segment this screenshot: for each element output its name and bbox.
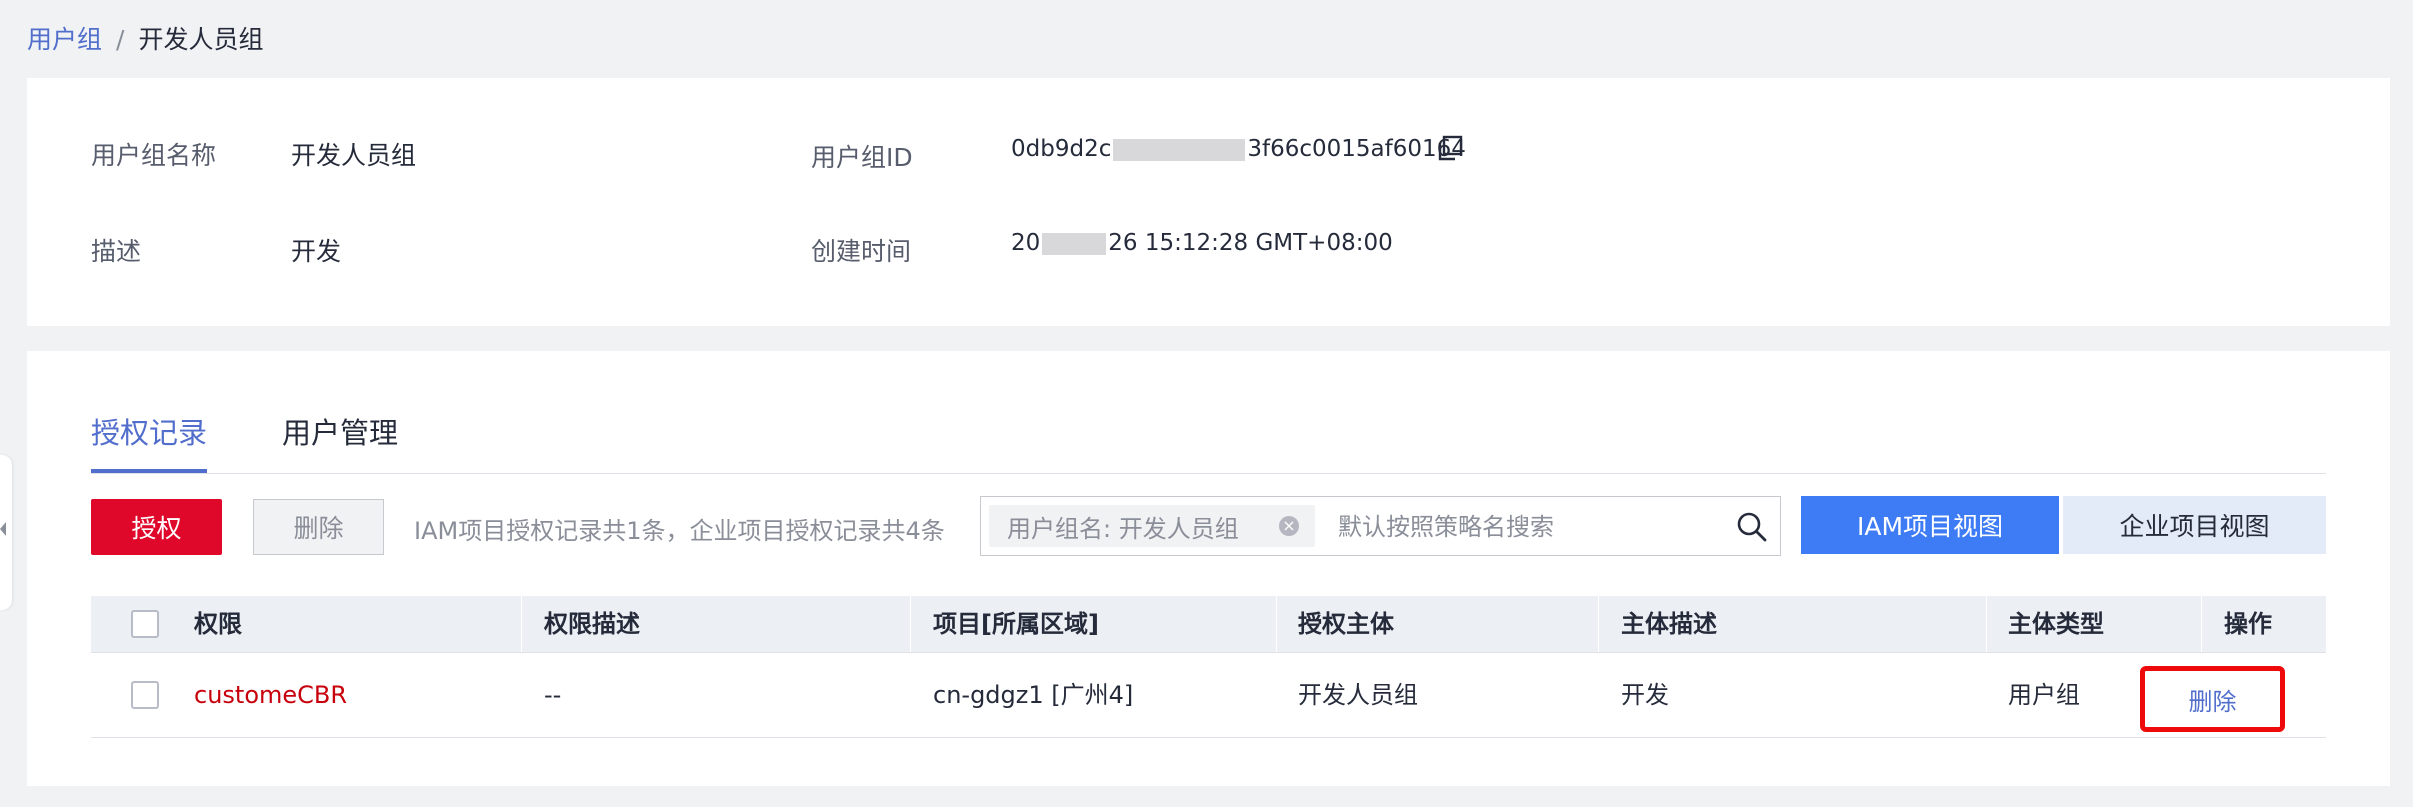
description-label: 描述	[91, 237, 142, 266]
redacted-block	[1113, 138, 1246, 161]
group-id-prefix: 0db9d2c	[1011, 136, 1112, 162]
tab-bar: 授权记录 用户管理	[91, 413, 2326, 474]
permission-description: --	[544, 681, 562, 709]
authorize-button[interactable]: 授权	[91, 499, 222, 555]
created-time-value: 20 26 15:12:28 GMT+08:00	[1011, 230, 1393, 256]
clear-filter-icon[interactable]: ×	[1279, 516, 1299, 536]
search-icon[interactable]	[1736, 511, 1768, 543]
column-divider	[521, 596, 522, 652]
project-region: cn-gdgz1 [广州4]	[933, 681, 1134, 709]
description-value: 开发	[291, 237, 342, 266]
created-time-prefix: 20	[1011, 230, 1041, 256]
principal-name: 开发人员组	[1298, 681, 1418, 709]
created-time-label: 创建时间	[811, 237, 912, 266]
sidebar-collapse-handle[interactable]	[0, 455, 12, 610]
row-delete-link[interactable]: 删除	[2189, 682, 2237, 717]
column-divider	[2201, 596, 2202, 652]
column-header-action: 操作	[2224, 610, 2272, 638]
group-name-value: 开发人员组	[291, 141, 417, 170]
column-header-permission: 权限	[194, 610, 242, 638]
created-time-suffix: 26 15:12:28 GMT+08:00	[1108, 230, 1393, 256]
search-box: 用户组名: 开发人员组 ×	[980, 496, 1781, 556]
search-filter-chip-label: 用户组名: 开发人员组	[1007, 514, 1239, 543]
record-count-text: IAM项目授权记录共1条，企业项目授权记录共4条	[414, 517, 945, 545]
breadcrumb-separator: /	[116, 25, 125, 54]
chevron-left-icon	[0, 522, 6, 536]
authorization-table: 权限 权限描述 项目[所属区域] 授权主体 主体描述 主体类型 操作 custo…	[91, 596, 2326, 738]
column-divider	[910, 596, 911, 652]
principal-type: 用户组	[2008, 681, 2080, 709]
breadcrumb: 用户组 / 开发人员组	[27, 24, 263, 56]
row-checkbox[interactable]	[131, 681, 159, 709]
highlighted-delete-action: 删除	[2140, 666, 2285, 732]
enterprise-project-view-button[interactable]: 企业项目视图	[2063, 496, 2326, 554]
group-info-card: 用户组名称 开发人员组 描述 开发 用户组ID 0db9d2c 3f66c0015…	[27, 78, 2390, 326]
select-all-checkbox[interactable]	[131, 610, 159, 638]
tab-user-management[interactable]: 用户管理	[282, 413, 398, 453]
column-header-project: 项目[所属区域]	[933, 610, 1099, 638]
group-id-value: 0db9d2c 3f66c0015af60164	[1011, 136, 1466, 162]
table-row: customeCBR -- cn-gdgz1 [广州4] 开发人员组 开发 用户…	[91, 653, 2326, 738]
search-filter-chip: 用户组名: 开发人员组 ×	[989, 505, 1315, 547]
copy-icon[interactable]	[1435, 134, 1465, 164]
column-header-principal-desc: 主体描述	[1621, 610, 1717, 638]
group-id-suffix: 3f66c0015af60164	[1247, 136, 1466, 162]
iam-project-view-button[interactable]: IAM项目视图	[1801, 496, 2059, 554]
breadcrumb-current: 开发人员组	[138, 25, 264, 54]
column-header-principal: 授权主体	[1298, 610, 1394, 638]
table-header-row: 权限 权限描述 项目[所属区域] 授权主体 主体描述 主体类型 操作	[91, 596, 2326, 653]
column-header-principal-type: 主体类型	[2008, 610, 2104, 638]
authorization-card: 授权记录 用户管理 授权 删除 IAM项目授权记录共1条，企业项目授权记录共4条…	[27, 351, 2390, 786]
permission-link[interactable]: customeCBR	[194, 653, 347, 737]
breadcrumb-user-groups-link[interactable]: 用户组	[27, 24, 102, 56]
search-input[interactable]	[1336, 505, 1720, 549]
column-divider	[1986, 596, 1987, 652]
group-id-label: 用户组ID	[811, 143, 913, 172]
column-divider	[1276, 596, 1277, 652]
tab-authorization-records[interactable]: 授权记录	[91, 413, 208, 473]
group-name-label: 用户组名称	[91, 141, 217, 170]
column-divider	[1598, 596, 1599, 652]
principal-description: 开发	[1621, 681, 1669, 709]
delete-button[interactable]: 删除	[253, 499, 384, 555]
column-header-permission-desc: 权限描述	[544, 610, 640, 638]
redacted-block	[1042, 232, 1107, 255]
